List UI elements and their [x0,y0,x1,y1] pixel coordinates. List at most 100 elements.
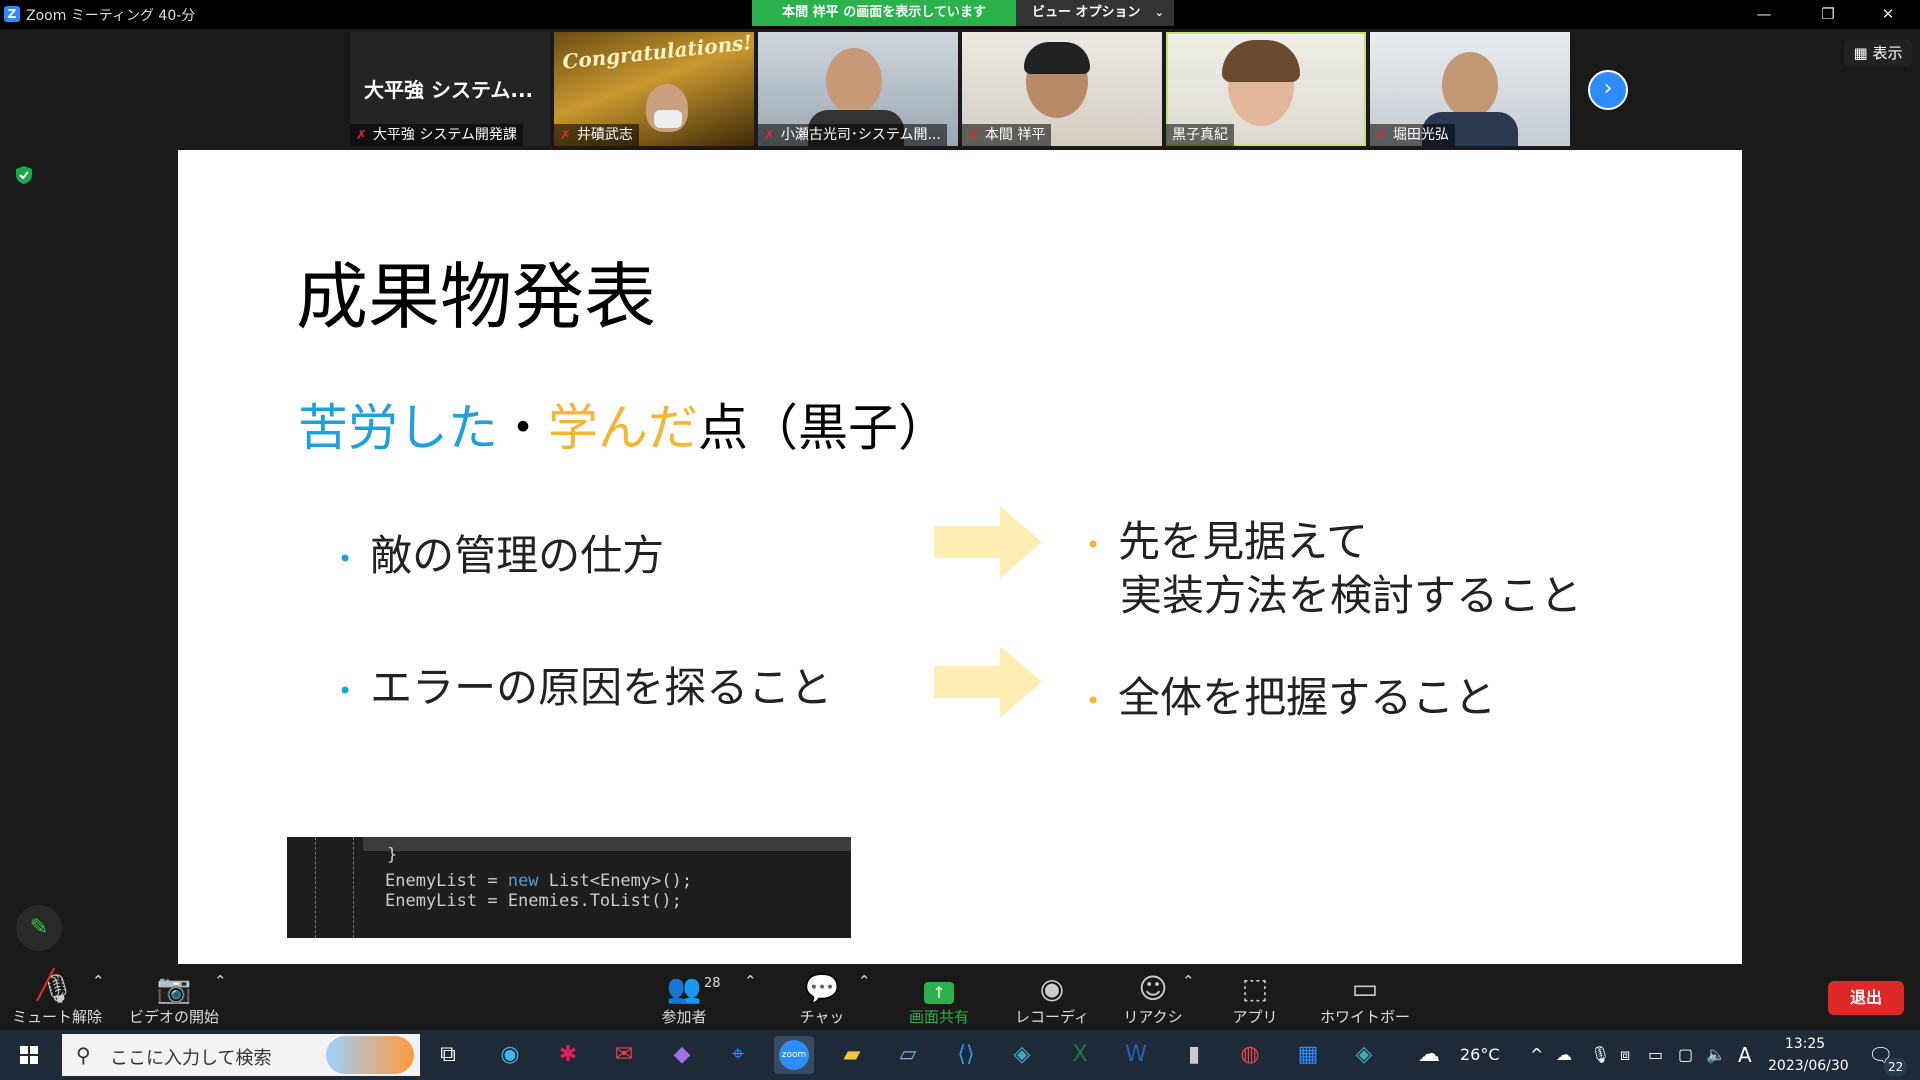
slack-icon[interactable]: ✱ [548,1036,588,1074]
participants-count: 28 [704,976,721,991]
whiteboard-icon: ▭ [1351,972,1379,1005]
zoom-taskbar-icon[interactable]: zoom [774,1036,814,1074]
edge-browser-icon[interactable]: ◉ [490,1036,530,1074]
onedrive-icon[interactable]: ☁ [1556,1030,1572,1080]
chevron-up-icon[interactable]: ⌃ [858,972,871,990]
mic-muted-icon: 🎙 ╱ [37,968,75,1005]
video-tile-2[interactable]: Congratulations! ✗ 井磧武志 [554,32,754,146]
video-tile-1[interactable]: 大平強 システム... ✗ 大平強 システム開発課 [350,32,550,146]
gallery-next-button[interactable]: › [1588,70,1628,110]
minimize-button[interactable]: — [1736,0,1792,29]
windows-taskbar: ⚲ ここに入力して検索 ⧉ ◉ ✱ ✉ ◆ ⌖ zoom ▰ ▱ ⟨⟩ ◈ X … [0,1030,1920,1080]
clock-time[interactable]: 13:25 [1770,1034,1840,1054]
ime-indicator[interactable]: A [1738,1030,1752,1080]
reaction-smiley-icon: ☺ [1138,972,1168,1005]
notification-count: 22 [1884,1058,1908,1076]
excel-icon[interactable]: X [1060,1036,1100,1074]
subtitle-separator: ・ [498,399,548,457]
mic-muted-icon: ✗ [764,128,775,143]
view-options-button[interactable]: ビュー オプション ⌄ [1016,0,1174,26]
notes-app-icon[interactable]: ▱ [888,1036,928,1074]
weather-temperature[interactable]: 26°C [1460,1030,1500,1080]
start-video-button[interactable]: 📷 ビデオの開始 [126,972,222,1027]
leave-meeting-button[interactable]: 退出 [1828,981,1904,1015]
mic-muted-icon: ✗ [356,128,367,143]
window-title: Zoom ミーティング 40-分 [26,8,196,24]
task-view-icon[interactable]: ⧉ [428,1036,468,1074]
person-image [826,48,882,114]
clock-date[interactable]: 2023/06/30 [1768,1056,1849,1076]
chevron-up-icon[interactable]: ⌃ [92,972,105,990]
pen-icon: ✎ [29,915,49,940]
file-explorer-icon[interactable]: ▰ [832,1036,872,1074]
chevron-up-icon[interactable]: ⌃ [214,972,227,990]
person-hair-image [1024,42,1090,74]
mic-muted-icon: ✗ [1376,128,1387,143]
battery-icon[interactable]: ▭ [1648,1030,1663,1080]
chevron-up-icon[interactable]: ⌃ [744,972,757,990]
tile-name-label: ✗ 小瀬古光司･システム開... [758,124,947,146]
chevron-up-icon[interactable]: ⌃ [1182,972,1195,990]
tile-name-label: ✗ 本間 祥平 [962,124,1052,146]
code-line-brace: } [387,845,398,865]
subtitle-part-struggled: 苦労した [298,399,498,457]
right-bullet-1-line2: 実装方法を検討すること [1120,571,1583,620]
view-toggle-button[interactable]: ▦ 表示 [1844,40,1912,66]
mail-badge-icon[interactable]: ✉ [604,1036,644,1074]
search-placeholder: ここに入力して検索 [110,1048,272,1069]
weather-cloud-icon[interactable]: ☁ [1418,1030,1440,1080]
code-line-1: EnemyList = new List<Enemy>(); [385,871,693,891]
search-highlight-image [326,1036,414,1074]
unmute-button[interactable]: 🎙 ╱ ミュート解除 [12,968,102,1027]
mic-muted-icon: ✗ [560,128,571,143]
display-icon[interactable]: ▢ [1678,1030,1693,1080]
slide-title: 成果物発表 [296,255,657,339]
visual-studio-icon[interactable]: ◆ [662,1036,702,1074]
microphone-icon[interactable]: 🎙 [1590,1030,1610,1080]
chevron-right-icon: › [1603,76,1613,101]
video-tile-6[interactable]: ✗ 堀田光弘 [1370,32,1570,146]
view-options-label: ビュー オプション [1032,5,1141,20]
apps-button[interactable]: ⬚ アプリ [1230,972,1280,1027]
windows-start-icon[interactable] [0,1030,58,1080]
apps-icon: ⬚ [1241,972,1269,1005]
share-screen-icon: ↑ [904,972,974,1006]
indent-guide [353,837,354,938]
face-mask-image [654,110,682,128]
volume-icon[interactable]: 🔈 [1706,1030,1726,1080]
code-line-2: EnemyList = Enemies.ToList(); [385,891,682,911]
video-tile-3[interactable]: ✗ 小瀬古光司･システム開... [758,32,958,146]
chrome-icon[interactable]: ◍ [1230,1036,1270,1074]
app-icon[interactable]: ◈ [1002,1036,1042,1074]
bullet-dot-icon: • [1086,530,1101,559]
search-icon: ⚲ [76,1043,91,1067]
close-button[interactable]: ✕ [1860,0,1916,29]
network-icon[interactable]: ⧈ [1620,1030,1630,1080]
maps-pin-icon[interactable]: ⌖ [718,1036,758,1074]
encryption-shield-icon[interactable] [14,165,34,185]
taskbar-search-box[interactable]: ⚲ ここに入力して検索 [62,1034,420,1076]
terminal-icon[interactable]: ▮ [1174,1036,1214,1074]
grid-icon: ▦ [1853,44,1873,62]
screen-share-banner: 本間 祥平 の画面を表示しています [752,0,1016,26]
code-snippet: } EnemyList = new List<Enemy>(); EnemyLi… [287,837,851,938]
video-off-icon: 📷 [156,972,192,1005]
restore-button[interactable]: ❐ [1800,0,1856,29]
calendar-icon[interactable]: ▦ [1288,1036,1328,1074]
person-hair-image [1222,40,1300,82]
video-tile-5-active-speaker[interactable]: 黒子真紀 [1166,32,1366,146]
meeting-toolbar: 🎙╱ ミュート解除 ⌃ 📷 ビデオの開始 ⌃ 👥 参加者 28 ⌃ 💬 チャット… [0,964,1920,1047]
subtitle-part-points: 点（黒子） [698,399,948,457]
right-bullet-2: • 全体を把握すること [1086,673,1497,722]
left-bullet-1: • 敵の管理の仕方 [338,531,665,580]
annotate-pen-button[interactable]: ✎ [16,905,62,951]
bullet-dot-icon: • [338,544,353,573]
word-icon[interactable]: W [1116,1036,1156,1074]
slide-subtitle: 苦労した・学んだ点（黒子） [298,388,948,460]
chevron-up-icon[interactable]: ^ [1530,1030,1543,1080]
code-highlight-line [363,837,851,851]
app-icon-2[interactable]: ◈ [1344,1036,1384,1074]
vscode-icon[interactable]: ⟨⟩ [946,1036,986,1074]
video-tile-4[interactable]: ✗ 本間 祥平 [962,32,1162,146]
share-screen-button[interactable]: ↑ 画面共有 [904,972,974,1027]
